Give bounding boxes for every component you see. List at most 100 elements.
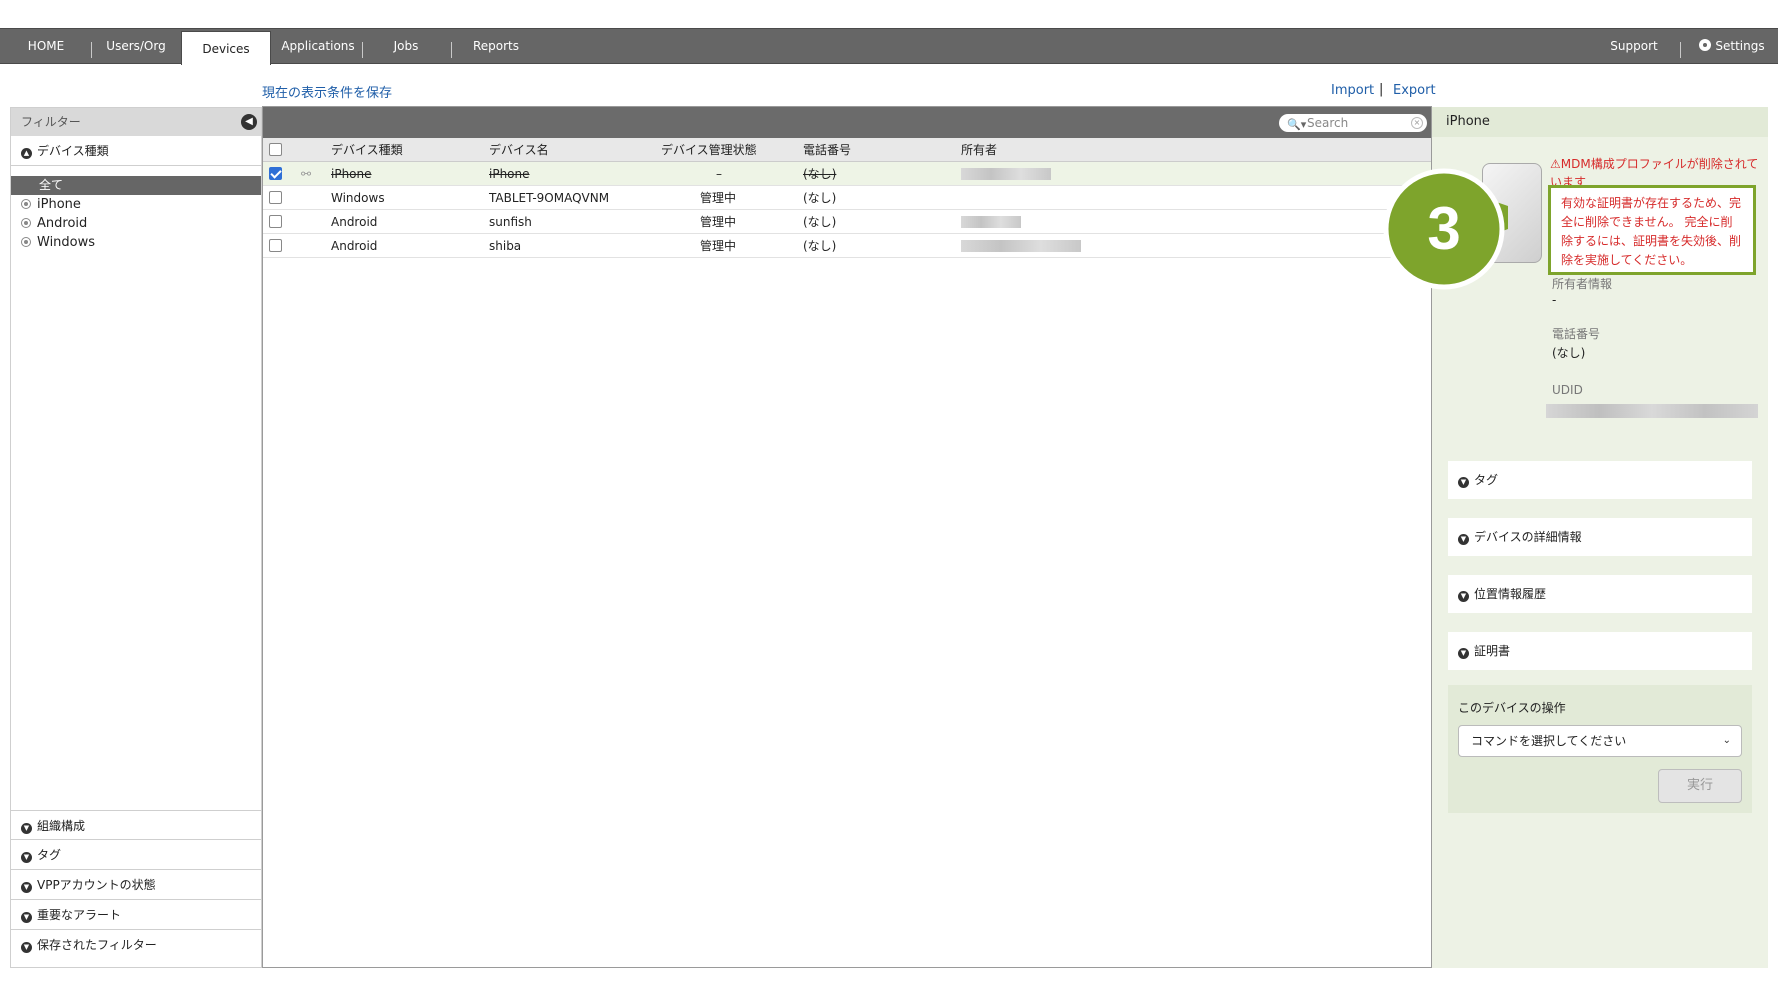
command-select-value: コマンドを選択してください [1471, 734, 1627, 748]
list-toolbar: 🔍▾ Search × [263, 107, 1431, 138]
chevron-up-icon: ▲ [21, 148, 32, 159]
nav-support[interactable]: Support [1604, 29, 1664, 65]
filter-org[interactable]: ▼ 組織構成 [11, 810, 261, 840]
phone-label: 電話番号 [1552, 327, 1601, 341]
search-input[interactable]: 🔍▾ Search × [1279, 114, 1427, 132]
udid-value-redacted [1546, 404, 1758, 418]
device-list-panel: 🔍▾ Search × デバイス種類 デバイス名 デバイス管理状態 電話番号 所… [262, 106, 1432, 968]
nav-settings-label: Settings [1715, 39, 1765, 53]
filter-saved[interactable]: ▼ 保存されたフィルター [11, 930, 261, 960]
nav-applications[interactable]: Applications [280, 29, 356, 65]
column-owner[interactable]: 所有者 [961, 138, 997, 162]
row-checkbox[interactable] [269, 191, 282, 204]
filter-option-iphone[interactable]: iPhone [21, 197, 81, 212]
filter-sidebar: フィルター ◀ ▲ デバイス種類 全て iPhone Android Window… [10, 107, 262, 968]
nav-jobs[interactable]: Jobs [376, 29, 436, 65]
filter-device-type[interactable]: ▲ デバイス種類 [11, 136, 261, 166]
select-all-checkbox[interactable] [269, 143, 282, 156]
top-navigation: HOME Users/Org Devices Applications Jobs… [0, 28, 1778, 65]
section-label: デバイスの詳細情報 [1474, 530, 1582, 544]
gear-icon [1699, 39, 1712, 51]
section-certificates[interactable]: ▼ 証明書 [1448, 632, 1752, 670]
nav-home[interactable]: HOME [14, 29, 78, 65]
filter-alert[interactable]: ▼ 重要なアラート [11, 900, 261, 930]
section-location-history[interactable]: ▼ 位置情報履歴 [1448, 575, 1752, 613]
clear-search-icon[interactable]: × [1411, 117, 1423, 129]
command-select[interactable]: コマンドを選択してください ⌄ [1458, 725, 1742, 757]
chevron-down-icon: ▼ [1458, 477, 1469, 488]
nav-users-org[interactable]: Users/Org [100, 29, 172, 65]
filter-section-label: 重要なアラート [37, 908, 122, 922]
cell-phone: (なし) [803, 167, 837, 181]
collapse-sidebar-icon[interactable]: ◀ [241, 114, 257, 130]
cell-status: – [716, 167, 722, 181]
filter-title: フィルター [21, 115, 81, 129]
filter-bottom-sections: ▼ 組織構成 ▼ タグ ▼ VPPアカウントの状態 ▼ 重要なアラート ▼ 保存されたフィ… [11, 810, 261, 960]
cell-device-name: sunfish [489, 215, 532, 229]
unlinked-icon: ⚯ [301, 167, 312, 181]
callout-message: 有効な証明書が存在するため、完全に削除できません。 完全に削除するには、証明書を… [1548, 185, 1756, 275]
filter-option-label: Windows [37, 235, 96, 250]
chevron-down-icon: ▼ [21, 823, 32, 834]
filter-vpp[interactable]: ▼ VPPアカウントの状態 [11, 870, 261, 900]
chevron-down-icon: ▼ [21, 912, 32, 923]
table-row[interactable]: Android sunfish 管理中 (なし) [263, 210, 1431, 234]
row-checkbox[interactable] [269, 167, 282, 180]
filter-tag[interactable]: ▼ タグ [11, 840, 261, 870]
owner-value: - [1552, 293, 1557, 307]
section-label: タグ [1474, 473, 1499, 487]
row-checkbox[interactable] [269, 215, 282, 228]
filter-device-type-label: デバイス種類 [37, 144, 109, 158]
import-link[interactable]: Import [1331, 83, 1374, 98]
chevron-down-icon: ▼ [1458, 648, 1469, 659]
radio-icon [21, 237, 31, 247]
detail-title: iPhone [1432, 107, 1768, 137]
filter-section-label: タグ [37, 848, 62, 862]
cell-owner-redacted [961, 168, 1051, 180]
column-management-status[interactable]: デバイス管理状態 [661, 138, 757, 162]
run-button[interactable]: 実行 [1658, 769, 1742, 803]
filter-option-android[interactable]: Android [21, 216, 87, 231]
chevron-down-icon: ▼ [21, 942, 32, 953]
cell-status: 管理中 [700, 215, 737, 229]
column-device-type[interactable]: デバイス種類 [331, 138, 403, 162]
nav-separator [362, 42, 363, 58]
cell-phone: (なし) [803, 191, 837, 205]
filter-option-windows[interactable]: Windows [21, 235, 95, 250]
export-link[interactable]: Export [1393, 83, 1436, 98]
table-row[interactable]: Android shiba 管理中 (なし) [263, 234, 1431, 258]
cell-owner-redacted [961, 216, 1021, 228]
nav-settings[interactable]: Settings [1690, 29, 1774, 65]
badge-number: 3 [1427, 195, 1460, 262]
filter-option-all[interactable]: 全て [11, 176, 261, 195]
udid-label: UDID [1552, 383, 1583, 397]
section-device-details[interactable]: ▼ デバイスの詳細情報 [1448, 518, 1752, 556]
save-view-link[interactable]: 現在の表示条件を保存 [262, 82, 392, 101]
cell-device-type: iPhone [331, 167, 372, 181]
search-icon: 🔍▾ [1287, 118, 1307, 131]
cell-device-name: TABLET-9OMAQVNM [489, 191, 610, 205]
chevron-down-icon: ▼ [21, 882, 32, 893]
owner-label: 所有者情報 [1552, 277, 1613, 291]
cell-phone: (なし) [803, 239, 837, 253]
cell-status: 管理中 [700, 239, 737, 253]
filter-section-label: 保存されたフィルター [37, 938, 157, 952]
nav-separator [91, 42, 92, 58]
radio-icon [21, 218, 31, 228]
toolbar-separator: | [1379, 82, 1384, 97]
nav-reports[interactable]: Reports [464, 29, 528, 65]
device-operations: このデバイスの操作 コマンドを選択してください ⌄ 実行 [1448, 685, 1752, 813]
filter-section-label: 組織構成 [37, 819, 86, 833]
cell-device-name: iPhone [489, 167, 530, 181]
column-phone-number[interactable]: 電話番号 [803, 138, 851, 162]
section-tag[interactable]: ▼ タグ [1448, 461, 1752, 499]
phone-value: (なし) [1552, 346, 1586, 360]
cell-device-type: Android [331, 239, 378, 253]
filter-option-label: iPhone [37, 197, 81, 212]
table-row[interactable]: ⚯ iPhone iPhone – (なし) [263, 162, 1431, 186]
table-row[interactable]: Windows TABLET-9OMAQVNM 管理中 (なし) [263, 186, 1431, 210]
nav-devices[interactable]: Devices [181, 31, 271, 65]
row-checkbox[interactable] [269, 239, 282, 252]
column-device-name[interactable]: デバイス名 [489, 138, 549, 162]
chevron-down-icon: ⌄ [1722, 735, 1731, 746]
